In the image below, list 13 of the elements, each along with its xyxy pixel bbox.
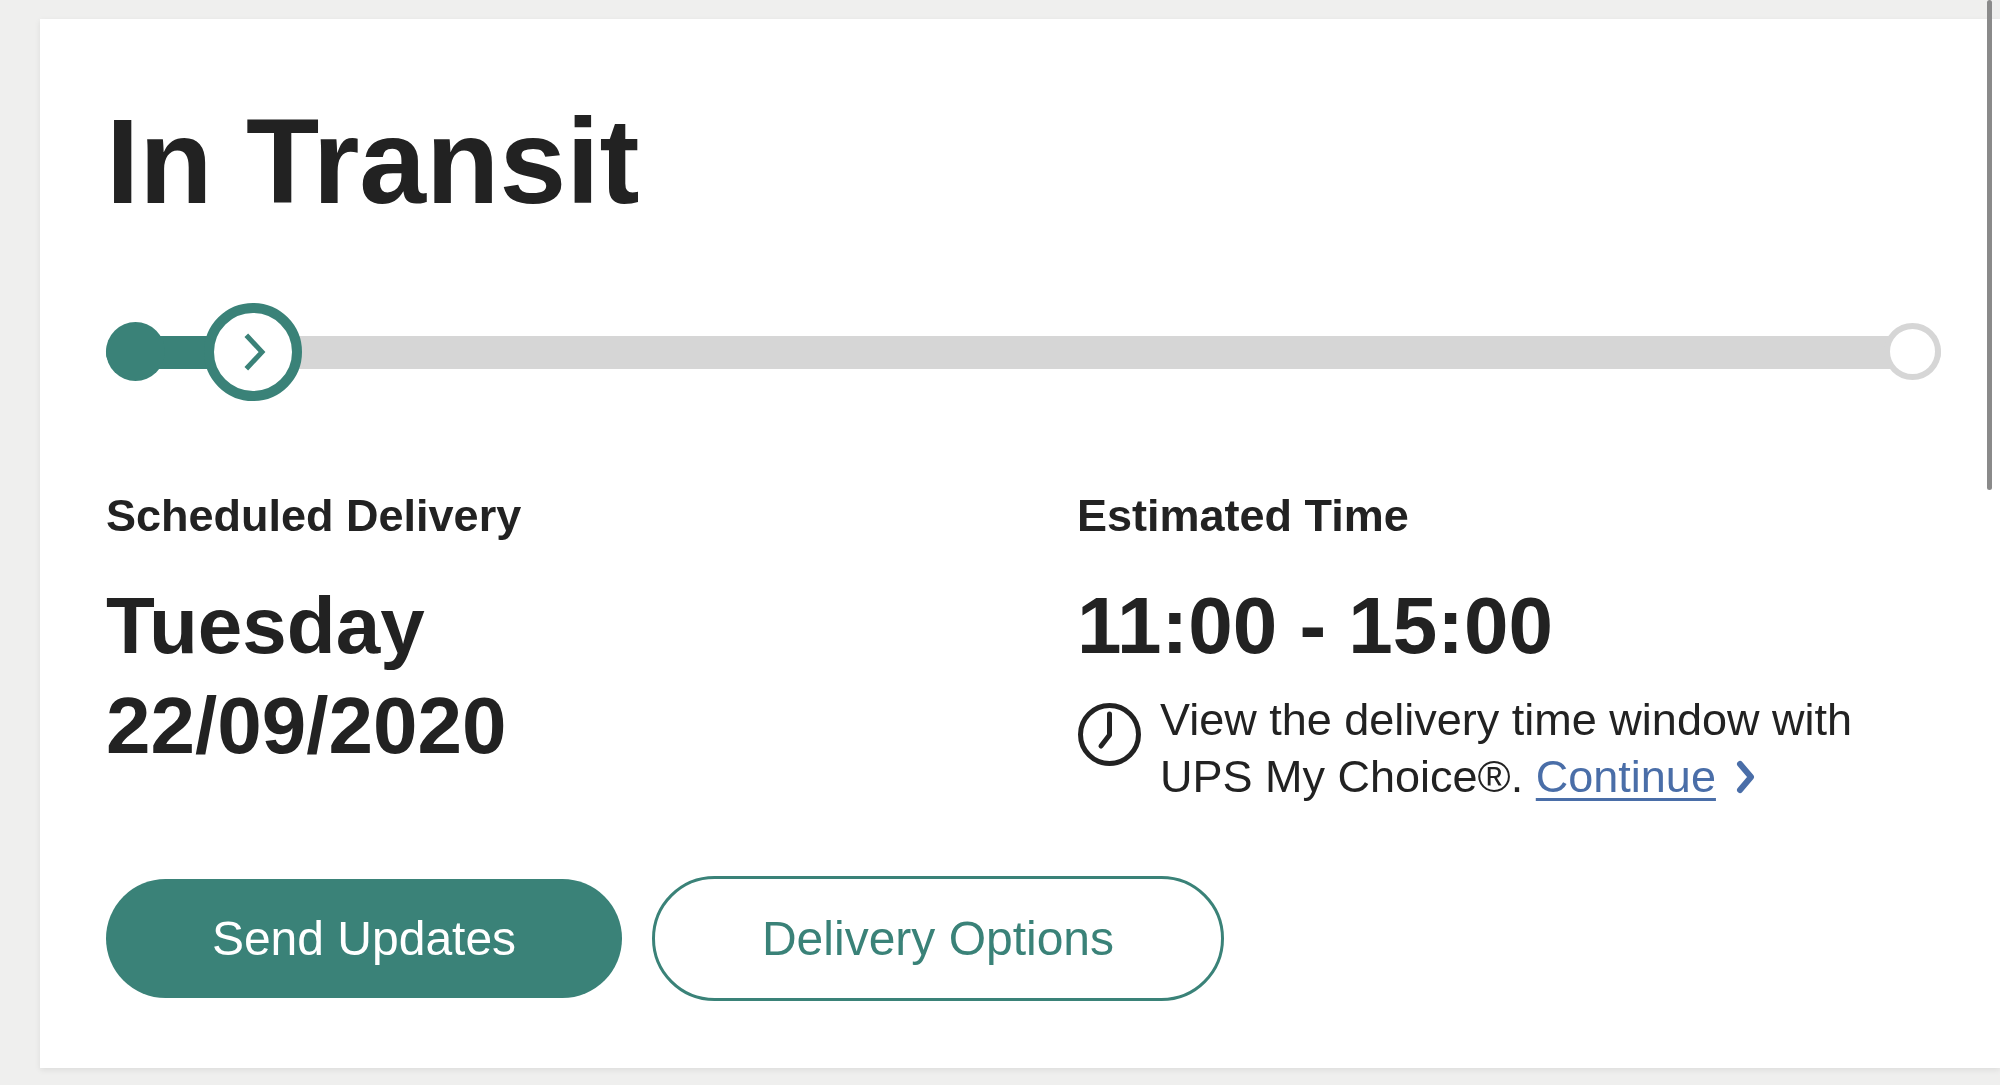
status-heading: In Transit <box>106 101 641 221</box>
scrollbar-thumb[interactable] <box>1987 0 1992 490</box>
detail-value: 11:00 - 15:00 <box>1077 580 1553 672</box>
chevron-right-icon <box>1735 759 1756 794</box>
options-button[interactable]: Delivery Options <box>652 876 1224 1001</box>
detail-label: Estimated Time <box>1077 493 1409 538</box>
chevron-circle-icon <box>203 303 302 401</box>
send-button[interactable]: Send Updates <box>106 879 622 998</box>
delivery-window-note: View the delivery time window with UPS My Choice®. Continue <box>1160 691 1920 805</box>
continue-link[interactable]: Continue <box>1535 748 1756 805</box>
detail-value: Tuesday 22/09/2020 <box>106 580 508 772</box>
detail-label: Scheduled Delivery <box>106 493 522 538</box>
clock-icon <box>1077 702 1142 767</box>
